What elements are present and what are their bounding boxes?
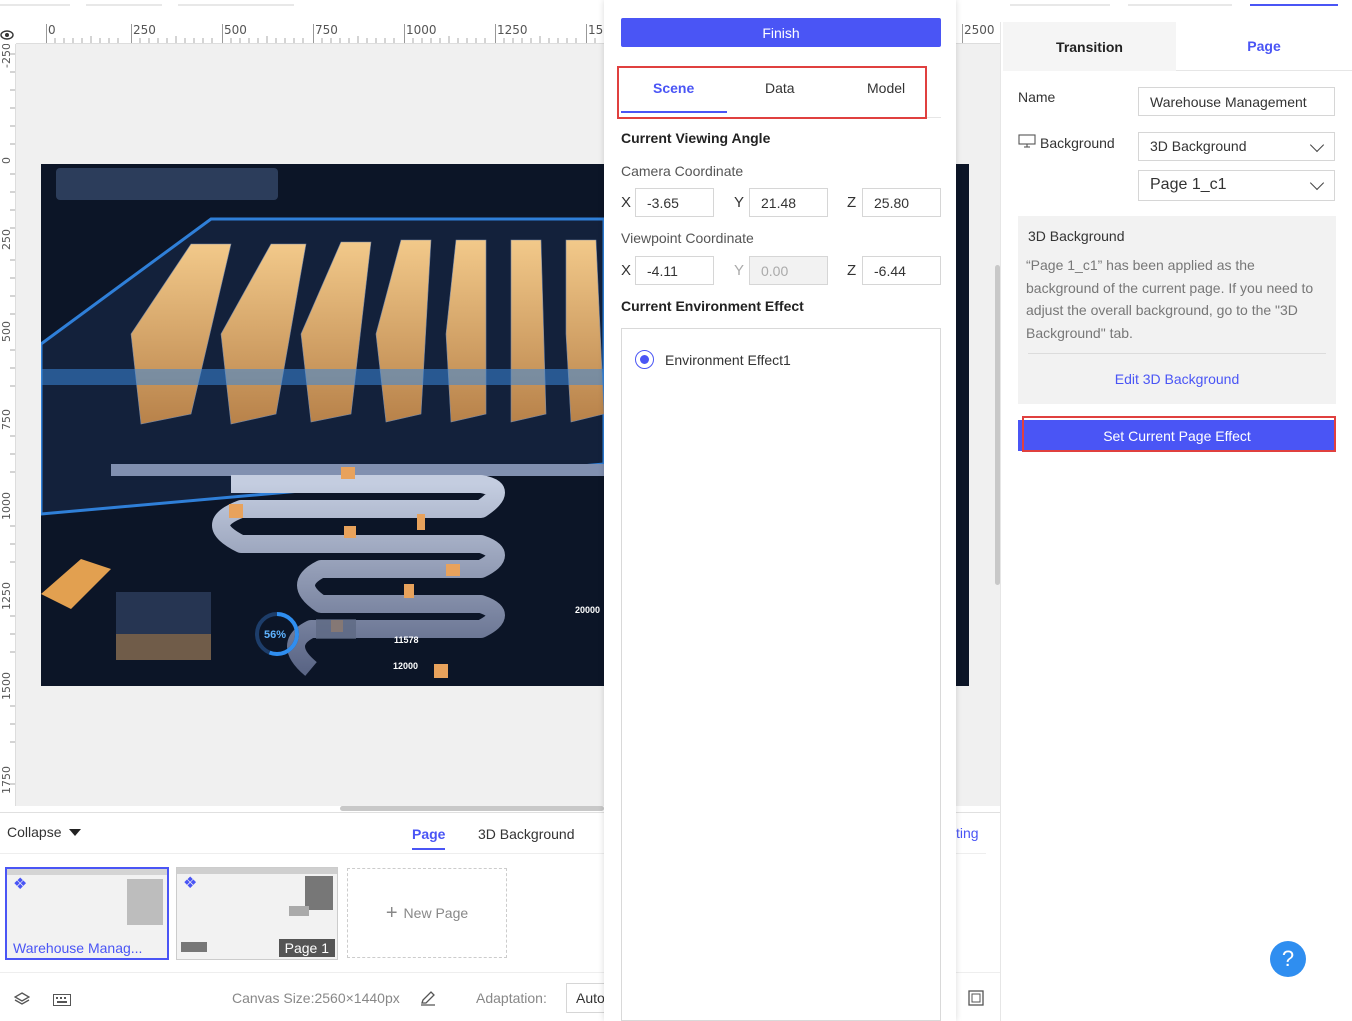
page-panel: Collapse Page 3D Background ❖ Warehouse …: [0, 812, 604, 972]
camera-z-input[interactable]: [862, 188, 941, 217]
gauge-percent: 56%: [264, 629, 286, 641]
stat-12000: 12000: [393, 661, 418, 671]
chevron-down-icon: [1309, 175, 1325, 191]
tab-transition[interactable]: Transition: [1003, 22, 1176, 71]
horizontal-ruler-right: 2500: [956, 22, 1000, 44]
finish-button[interactable]: Finish: [621, 18, 941, 47]
viewpoint-y-label: Y: [734, 262, 745, 279]
environment-effect-option[interactable]: Environment Effect1: [635, 350, 791, 369]
plus-icon: +: [385, 902, 398, 924]
environment-effect-title: Current Environment Effect: [621, 298, 804, 314]
info-text: “Page 1_c1” has been applied as the back…: [1026, 257, 1314, 341]
stat-20000: 20000: [575, 605, 600, 615]
page-title: Page 1: [278, 939, 335, 957]
monitor-icon: [1018, 134, 1036, 151]
new-page-button[interactable]: + New Page: [347, 868, 507, 958]
name-label: Name: [1018, 89, 1056, 105]
background-page-select[interactable]: Page 1_c1: [1138, 170, 1335, 201]
tab-page-settings[interactable]: Page: [1176, 22, 1352, 71]
camera-coordinate-label: Camera Coordinate: [621, 163, 744, 179]
adaptation-value: Auto: [576, 990, 604, 1006]
ruler-label: 1500: [0, 672, 13, 700]
page-thumbnail[interactable]: ❖ Page 1: [176, 867, 338, 960]
horizontal-ruler: 0 250 500 750 1000 1250 15: [16, 22, 604, 44]
viewpoint-coordinate-label: Viewpoint Coordinate: [621, 230, 754, 246]
collapse-toggle[interactable]: Collapse: [7, 824, 82, 840]
stat-11578: 11578: [394, 635, 419, 645]
tab-partial[interactable]: ting: [956, 825, 979, 841]
ruler-label: 250: [0, 229, 13, 250]
vertical-ruler: -250 0 250 500 750 1000 1250 1500 1750: [0, 44, 16, 806]
background-page-value: Page 1_c1: [1150, 176, 1227, 193]
highlight-box-tabs: [617, 66, 927, 119]
viewpoint-z-input[interactable]: [862, 256, 941, 285]
diamond-icon: ❖: [13, 876, 28, 893]
adaptation-label: Adaptation:: [476, 990, 547, 1006]
canvas-size: Canvas Size:2560×1440px: [232, 990, 400, 1006]
keyboard-icon[interactable]: [53, 993, 71, 1009]
environment-effect-list: [621, 328, 941, 1021]
page-panel-right: ting: [956, 812, 1000, 972]
background-field: Background: [1018, 134, 1115, 151]
background-type-value: 3D Background: [1150, 138, 1247, 154]
ruler-label: 500: [0, 321, 13, 342]
tab-page[interactable]: Page: [412, 826, 446, 850]
camera-x-input[interactable]: [635, 188, 714, 217]
ruler-label: 0: [0, 157, 13, 164]
viewpoint-x-input[interactable]: [635, 256, 714, 285]
tab-3d-background[interactable]: 3D Background: [478, 826, 575, 842]
page-title: Warehouse Manag...: [13, 940, 143, 956]
camera-x-label: X: [621, 194, 632, 211]
background-type-select[interactable]: 3D Background: [1138, 132, 1335, 161]
ruler-label: 1000: [0, 492, 13, 520]
viewpoint-x-label: X: [621, 262, 632, 279]
ruler-label: 2500: [964, 23, 995, 37]
edit-3d-background-link[interactable]: Edit 3D Background: [1018, 371, 1336, 387]
environment-effect-label: Environment Effect1: [665, 351, 791, 368]
layers-icon[interactable]: [13, 991, 31, 1010]
radio-selected-icon[interactable]: [635, 350, 654, 369]
fullscreen-icon[interactable]: [968, 990, 984, 1009]
warehouse-3d-scene[interactable]: 56% 20000 11578 12000: [41, 164, 604, 686]
diamond-icon: ❖: [183, 875, 198, 892]
ruler-label: 750: [0, 409, 13, 430]
help-button[interactable]: ?: [1270, 941, 1306, 977]
eye-icon[interactable]: [0, 22, 16, 44]
ruler-label: -250: [0, 44, 13, 68]
page-thumbnail[interactable]: ❖ Warehouse Manag...: [5, 867, 169, 960]
info-title: 3D Background: [1028, 228, 1125, 244]
caret-down-icon: [69, 828, 82, 836]
edit-icon[interactable]: [420, 990, 436, 1009]
viewpoint-z-label: Z: [847, 262, 857, 279]
adaptation-select[interactable]: Auto: [566, 983, 604, 1013]
background-label: Background: [1040, 134, 1115, 151]
camera-y-input[interactable]: [749, 188, 828, 217]
name-input[interactable]: [1138, 87, 1335, 116]
ruler-corner[interactable]: [0, 22, 16, 44]
ruler-label: 1250: [0, 582, 13, 610]
horizontal-scrollbar[interactable]: [340, 806, 604, 811]
new-page-label: New Page: [403, 905, 469, 921]
highlight-box-set-effect: [1022, 416, 1336, 452]
chevron-down-icon: [1309, 137, 1325, 153]
viewpoint-y-input: [749, 256, 828, 285]
collapse-label: Collapse: [7, 824, 62, 840]
camera-y-label: Y: [734, 194, 745, 211]
scene-edge: [956, 164, 969, 686]
background-info-box: 3D Background “Page 1_c1” has been appli…: [1018, 216, 1336, 404]
ruler-label: 1750: [0, 766, 13, 794]
viewing-angle-title: Current Viewing Angle: [621, 130, 771, 146]
camera-z-label: Z: [847, 194, 857, 211]
warehouse-illustration: 56% 20000 11578 12000: [41, 164, 604, 686]
